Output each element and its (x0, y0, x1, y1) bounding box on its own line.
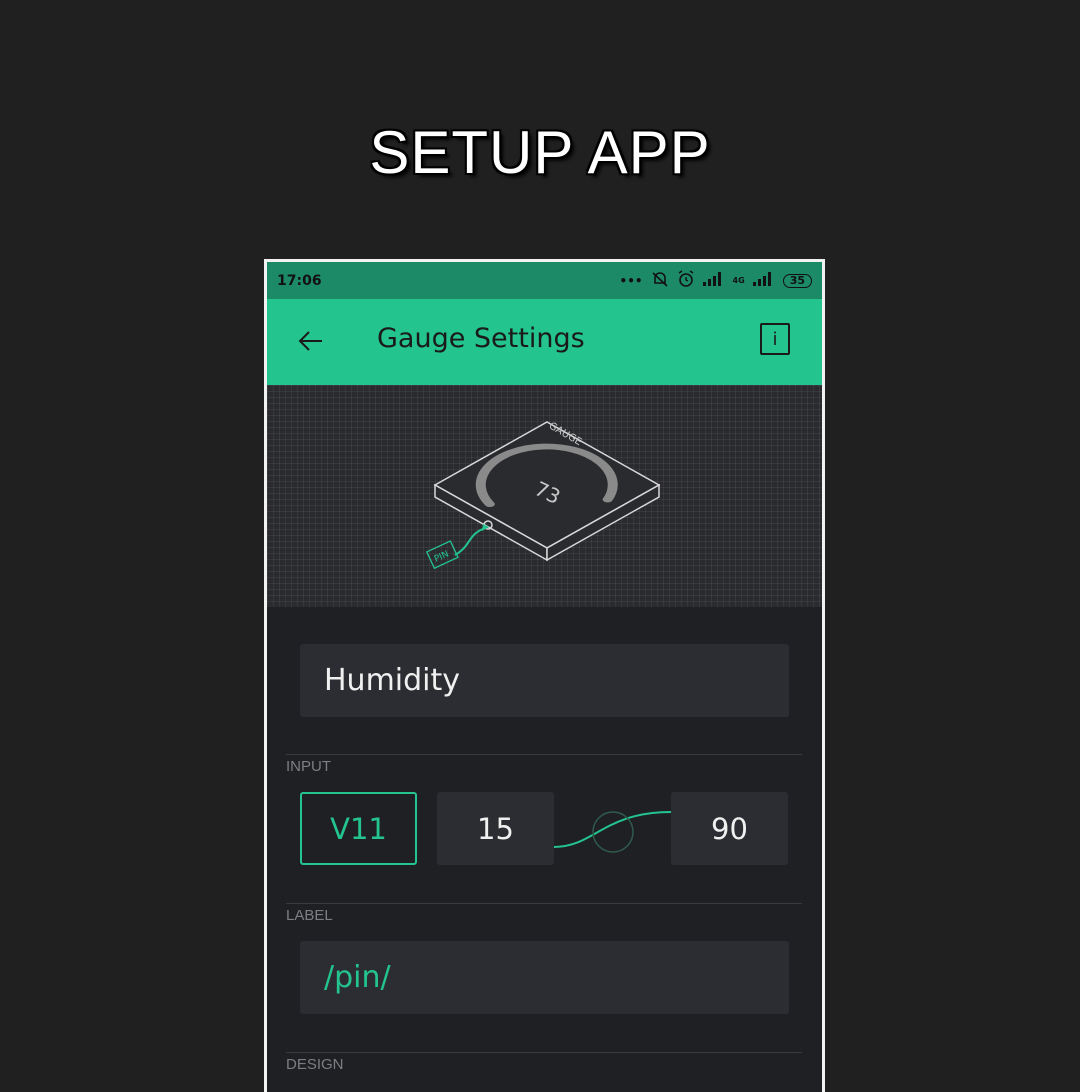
widget-illustration: 73 GAUGE PIN (267, 385, 822, 607)
back-arrow-icon[interactable] (295, 325, 327, 357)
status-icons: ••• 4G 35 (620, 270, 812, 291)
range-link-icon (554, 811, 671, 853)
divider (286, 754, 802, 755)
label-field[interactable]: /pin/ (300, 941, 789, 1014)
status-bar: 17:06 ••• 4G 35 (267, 262, 822, 299)
mute-icon (651, 271, 669, 290)
divider (286, 1052, 802, 1053)
page-title: Gauge Settings (377, 323, 585, 354)
battery-icon: 35 (782, 273, 812, 288)
pin-select-button[interactable]: V11 (300, 792, 417, 865)
headline: SETUP APP (369, 119, 711, 186)
signal-icon (702, 272, 725, 289)
more-dots-icon: ••• (619, 273, 643, 288)
divider (286, 903, 802, 904)
phone-screen: 17:06 ••• 4G 35 Gauge Settings i 73 GAUG… (264, 259, 825, 1092)
section-label-input: INPUT (286, 758, 331, 775)
status-time: 17:06 (277, 272, 322, 289)
network-type: 4G (732, 276, 745, 285)
max-value-field[interactable]: 90 (671, 792, 788, 865)
section-label-design: DESIGN (286, 1056, 344, 1073)
alarm-icon (677, 270, 695, 291)
min-value-field[interactable]: 15 (437, 792, 554, 865)
info-icon: i (772, 328, 778, 350)
widget-name-field[interactable]: Humidity (300, 644, 789, 717)
signal-icon-2 (752, 272, 775, 289)
info-button[interactable]: i (760, 323, 790, 355)
app-bar: Gauge Settings i (267, 299, 822, 385)
section-label-label: LABEL (286, 907, 333, 924)
